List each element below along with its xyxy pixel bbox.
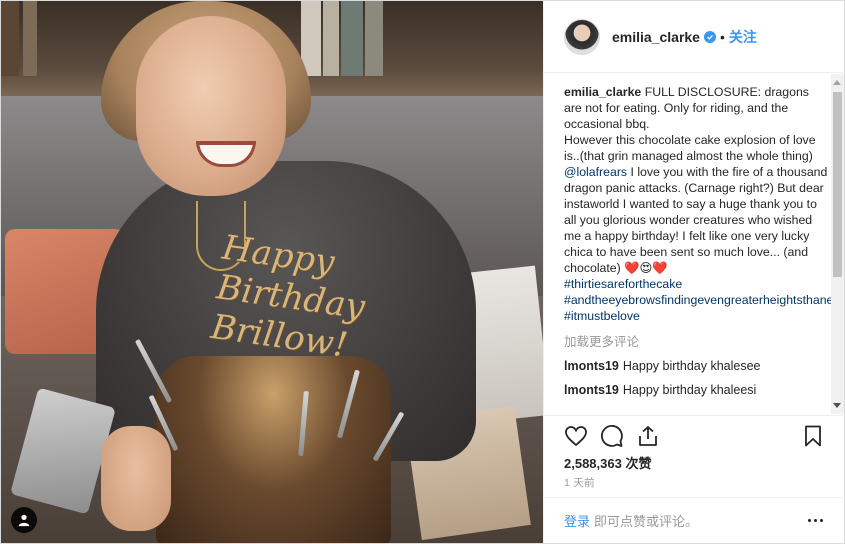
avatar[interactable]	[564, 18, 600, 55]
mention-link[interactable]: @lolafrears	[564, 165, 627, 179]
comment-text: Happy birthday khalesee	[622, 359, 761, 373]
user-tag-icon[interactable]	[11, 507, 37, 533]
verified-badge-icon	[703, 30, 716, 43]
post-photo[interactable]: Happy Birthday Brillow!	[1, 1, 543, 543]
post-timestamp: 1 天前	[564, 477, 595, 489]
separator-dot: •	[719, 28, 725, 45]
share-icon[interactable]	[636, 424, 660, 448]
hashtag-link[interactable]: #andtheeyebrowsfindingevengreaterheights…	[564, 293, 834, 307]
comments-scrollbar[interactable]	[831, 74, 844, 414]
likes-number: 2,588,363	[564, 456, 622, 471]
caption-username[interactable]: emilia_clarke	[564, 85, 641, 99]
scroll-up-arrow-icon[interactable]	[833, 80, 841, 85]
book	[1, 1, 19, 76]
bookmark-icon[interactable]	[801, 424, 825, 448]
comment-bubble-icon[interactable]	[600, 424, 624, 448]
comment: lmonts19 Happy birthday khaleesi	[564, 382, 828, 398]
caption-text-3: I love you with the fire of a thousand d…	[564, 165, 828, 275]
device	[10, 387, 116, 515]
likes-label: 次赞	[625, 456, 652, 471]
more-options-icon[interactable]	[807, 513, 825, 527]
hand	[101, 426, 171, 531]
comment-username[interactable]: lmonts19	[564, 383, 619, 397]
post-header: emilia_clarke • 关注	[544, 1, 845, 73]
caption: emilia_clarke FULL DISCLOSURE: dragons a…	[564, 84, 834, 324]
book	[323, 1, 339, 76]
action-bar	[544, 415, 845, 455]
login-text: 即可点赞或评论。	[594, 514, 699, 529]
comments-section: emilia_clarke FULL DISCLOSURE: dragons a…	[544, 74, 834, 414]
header-username[interactable]: emilia_clarke	[612, 29, 700, 45]
caption-text-2: However this chocolate cake explosion of…	[564, 133, 816, 163]
heart-icon[interactable]	[564, 424, 588, 448]
comment: lmonts19 Happy birthday khalesee	[564, 358, 828, 374]
scrollbar-thumb[interactable]	[833, 92, 842, 277]
hashtag-link[interactable]: #thirtiesareforthecake	[564, 276, 828, 292]
likes-count[interactable]: 2,588,363 次赞	[564, 453, 651, 472]
book	[23, 1, 37, 76]
smiling-face	[136, 16, 286, 196]
person-icon	[18, 514, 30, 527]
book	[365, 1, 383, 76]
comment-username[interactable]: lmonts19	[564, 359, 619, 373]
hashtag-link[interactable]: #itmustbelove	[564, 309, 640, 323]
login-prompt: 登录 即可点赞或评论。	[544, 497, 845, 543]
scroll-down-arrow-icon[interactable]	[833, 403, 841, 408]
book	[341, 1, 363, 76]
load-more-comments[interactable]: 加载更多评论	[564, 331, 828, 350]
post-side-panel: emilia_clarke • 关注 emilia_clarke FULL DI…	[543, 1, 845, 543]
comment-text: Happy birthday khaleesi	[622, 383, 757, 397]
follow-button[interactable]: 关注	[729, 27, 757, 47]
login-link[interactable]: 登录	[564, 511, 590, 530]
